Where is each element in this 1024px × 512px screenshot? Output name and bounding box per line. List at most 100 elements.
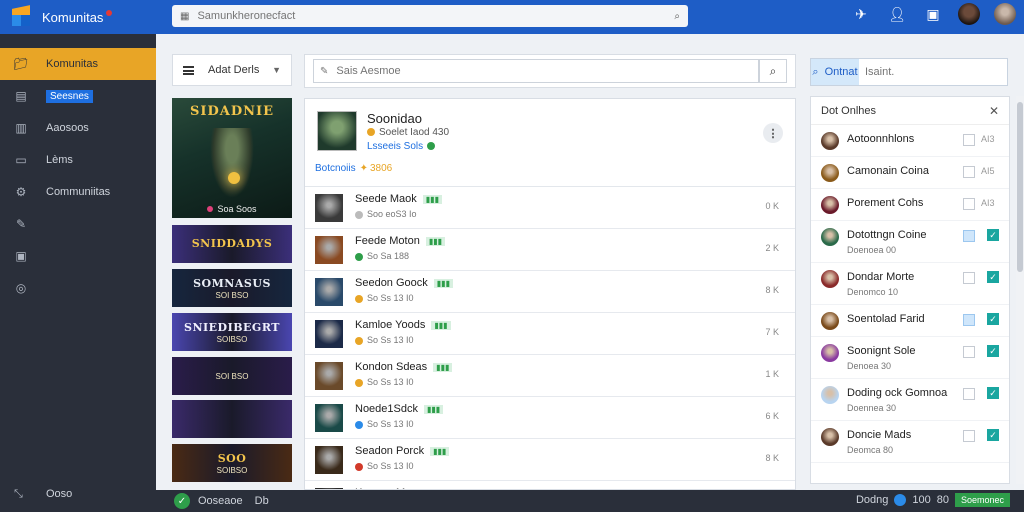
friend-checkbox[interactable] [963,166,975,178]
table-row[interactable]: Kondon Sdeas ▮▮▮ So Ss 13 I0 1 K [305,355,795,397]
game-banner[interactable]: SOMNASUS SOI BSO [172,269,292,307]
friend-checkbox[interactable] [963,346,975,358]
avatar[interactable] [958,3,980,25]
table-row[interactable]: Feede Moton ▮▮▮ So Sa 188 2 K [305,229,795,271]
friend-checkbox[interactable] [963,388,975,400]
table-row[interactable]: Seede Maok ▮▮▮ Soo eoS3 Io 0 K [305,187,795,229]
game-thumbnail[interactable] [317,111,357,151]
friend-checkbox[interactable] [963,230,975,242]
online-status-icon: ✓ [174,493,190,509]
search-button[interactable]: ⌕ [759,59,787,83]
list-item[interactable]: Dotottngn Coine Doenoea 00 ✓ [811,221,1009,263]
sidebar-item-window[interactable]: ▣ [0,240,156,272]
banner-title: SOMNASUS [193,276,271,290]
game-search-field[interactable]: ✎ [313,59,759,83]
bookmark-icon[interactable]: ▣ [922,3,944,25]
sidebar-item-lems[interactable]: ▭ Lèms [0,144,156,176]
wrench-icon: ✎ [15,217,27,231]
online-search-input[interactable] [859,66,1007,78]
friend-tag: AI3 [981,134,995,144]
game-search-input[interactable] [336,65,752,77]
table-row[interactable]: Kanooe Maon▮▮▮ [305,481,795,489]
grid-icon: ▤ [15,89,27,103]
checkmark-icon[interactable]: ✓ [987,345,999,357]
avatar [821,228,839,246]
friends-scrollbar[interactable] [1016,96,1024,484]
friend-checkbox[interactable] [963,198,975,210]
checkmark-icon[interactable]: ✓ [987,429,999,441]
friends-header-title: Dot Onlhes [821,104,877,117]
game-banner[interactable]: SOO SOIBSO [172,444,292,482]
friend-checkbox[interactable] [963,134,975,146]
close-icon[interactable]: ✕ [989,104,999,118]
sidebar-item-label: Seesnes [46,89,93,103]
game-banner[interactable] [172,400,292,438]
app-logo-icon[interactable] [10,5,32,28]
sidebar-item-communiitas[interactable]: ⚙ Communiitas [0,176,156,208]
list-item[interactable]: Porement Cohs AI3 [811,189,1009,221]
list-item[interactable]: Doding ock Gomnoa Doennea 30 ✓ [811,379,1009,421]
search-icon[interactable]: ⌕ [674,11,680,22]
search-icon: ⌕ [812,65,819,78]
banner-title: SNIDDADYS [191,237,273,250]
sidebar: 📁︎ Komunitas ▤ Seesnes ▥ Aaosoos ▭ Lèms … [0,34,156,512]
friend-checkbox[interactable] [963,314,975,326]
avatar-secondary[interactable] [994,3,1016,25]
row-count: 0 K [765,201,779,211]
checkmark-icon[interactable]: ✓ [987,313,999,325]
list-item[interactable]: Aotoonnhlons AI3 [811,125,1009,157]
game-search-bar: ✎ ⌕ [304,54,796,88]
sidebar-bottom-item[interactable]: ⤡ Ooso [0,480,156,508]
top-search-input[interactable] [197,10,675,22]
chevron-down-icon: ▼ [272,65,281,75]
friend-status: Denomco 10 [847,287,899,297]
status-count-2: 80 [936,494,949,506]
featured-game-card[interactable]: SIDADNIE Soa Soos [172,98,292,218]
game-banner[interactable]: SNIEDIBEGRT SOIBSO [172,313,292,351]
pin-icon[interactable]: ✈ [850,3,872,25]
friend-status: Doenoea 00 [847,245,897,255]
more-options-icon[interactable]: ⋮ [763,123,783,143]
table-row[interactable]: Seedon Goock ▮▮▮ So Ss 13 I0 8 K [305,271,795,313]
avatar [821,344,839,362]
checkmark-icon[interactable]: ✓ [987,229,999,241]
list-item[interactable]: Dondar Morte Denomco 10 ✓ [811,263,1009,305]
signal-icon: ▮▮▮ [424,404,444,414]
row-subtitle: So Ss 13 I0 [355,293,414,303]
game-banner[interactable]: SOI BSO [172,357,292,395]
friend-name: Aotoonnhlons [847,133,915,145]
globe-icon: ◎ [15,281,27,295]
status-right-label: Dodng [855,494,889,506]
menu-dropdown[interactable]: Adat Derls ▼ [172,54,292,86]
image-icon: ▥ [15,121,27,135]
row-count: 6 K [765,411,779,421]
avatar [821,428,839,446]
list-item[interactable]: Soentolad Farid ✓ [811,305,1009,337]
row-count: 8 K [765,285,779,295]
list-item[interactable]: Doncie Mads Deomca 80 ✓ [811,421,1009,463]
sidebar-item-tools[interactable]: ✎ [0,208,156,240]
table-row[interactable]: Noede1Sdck ▮▮▮ So Ss 13 I0 6 K [305,397,795,439]
table-row[interactable]: Kamloe Yoods ▮▮▮ So Ss 13 I0 7 K [305,313,795,355]
list-item[interactable]: Soonignt Sole Denoea 30 ✓ [811,337,1009,379]
game-banner[interactable]: SNIDDADYS [172,225,292,263]
game-tag[interactable]: Botcnoiis ✦ 3806 [315,163,392,174]
checkmark-icon[interactable]: ✓ [987,271,999,283]
online-filter-button[interactable]: ⌕ Ontnat [811,59,859,85]
list-item[interactable]: Camonain Coina AI5 [811,157,1009,189]
friend-status: Doennea 30 [847,403,897,413]
friend-checkbox[interactable] [963,430,975,442]
sidebar-item-komunitas[interactable]: 📁︎ Komunitas [0,48,156,80]
checkmark-icon[interactable]: ✓ [987,387,999,399]
sidebar-item-aaosoos[interactable]: ▥ Aaosoos [0,112,156,144]
sidebar-item-globe[interactable]: ◎ [0,272,156,304]
top-search-bar[interactable]: ▦ ⌕ [172,5,688,27]
user-icon[interactable]: 👤︎ [886,3,908,25]
sidebar-item-seesnes[interactable]: ▤ Seesnes [0,80,156,112]
banner-subtitle: SOI BSO [215,290,249,300]
table-row[interactable]: Seadon Porck ▮▮▮ So Ss 13 I0 8 K [305,439,795,481]
friend-checkbox[interactable] [963,272,975,284]
link-icon: ⚙ [15,185,27,199]
status-button[interactable]: Soemonec [954,493,1010,507]
top-bar: Komunitas ▦ ⌕ ✈ 👤︎ ▣ [0,0,1024,34]
